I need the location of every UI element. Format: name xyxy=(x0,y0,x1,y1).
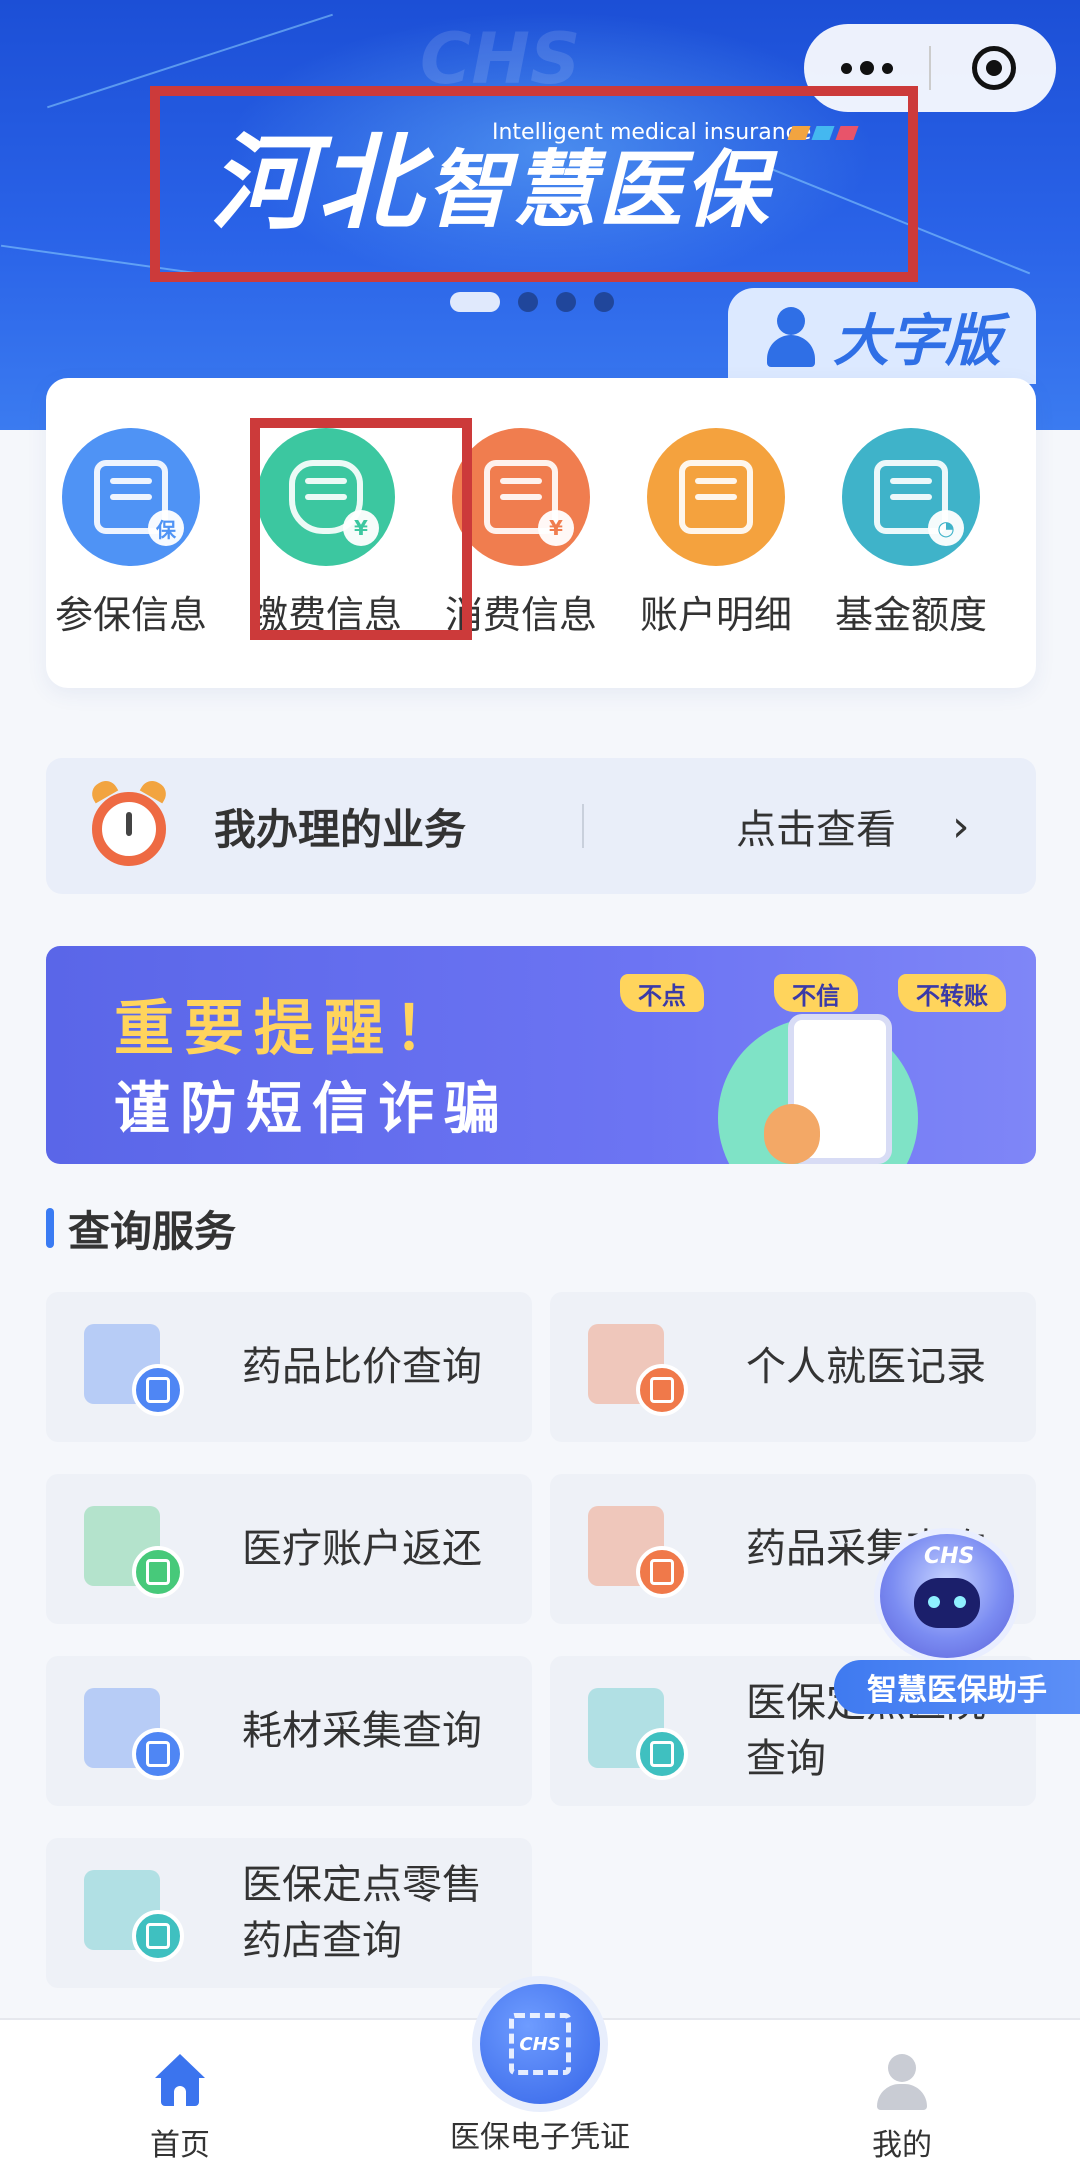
service-medical-record[interactable]: 个人就医记录 xyxy=(550,1292,1036,1442)
my-business-title: 我办理的业务 xyxy=(214,804,467,854)
quick-item-label: 参保信息 xyxy=(54,593,207,637)
service-designated-pharmacy[interactable]: 医保定点零售药店查询 xyxy=(46,1838,532,1988)
fraud-warning-banner[interactable]: 重要提醒！ 谨防短信诈骗 不点 不信 不转账 xyxy=(46,946,1036,1164)
quick-item-fund-quota[interactable]: ◔ 基金额度 xyxy=(826,428,996,639)
warning-tag: 不点 xyxy=(620,974,704,1012)
service-label: 药品比价查询 xyxy=(242,1344,482,1390)
warning-subline: 谨防短信诈骗 xyxy=(114,1077,510,1142)
home-icon xyxy=(151,2054,209,2112)
pager-dot[interactable] xyxy=(556,292,576,312)
service-label: 个人就医记录 xyxy=(746,1344,986,1390)
warning-headline: 重要提醒！ xyxy=(114,994,464,1064)
smart-assistant-float[interactable]: CHS 智慧医保助手 xyxy=(834,1528,1080,1722)
fund-chart-icon: ◔ xyxy=(842,428,980,566)
robot-badge: CHS xyxy=(924,1544,975,1569)
tab-home[interactable]: 首页 xyxy=(80,2054,280,2160)
chevron-right-icon: › xyxy=(952,800,970,852)
pager-dot[interactable] xyxy=(518,292,538,312)
large-font-mode-label: 大字版 xyxy=(833,308,1001,374)
banner-pager xyxy=(450,292,614,312)
pharmacy-icon xyxy=(84,1870,184,1962)
service-label: 耗材采集查询 xyxy=(242,1708,482,1754)
tab-me-label: 我的 xyxy=(872,2128,932,2160)
account-refund-icon xyxy=(84,1506,184,1598)
medicine-compare-icon xyxy=(84,1324,184,1416)
service-drug-price-compare[interactable]: 药品比价查询 xyxy=(46,1292,532,1442)
service-label: 医保定点零售药店查询 xyxy=(242,1862,482,1964)
qr-code-icon: CHS xyxy=(509,2013,571,2075)
quick-item-label: 基金额度 xyxy=(834,593,987,637)
stethoscope-icon xyxy=(84,1688,184,1780)
robot-icon: CHS xyxy=(874,1528,1020,1664)
assistant-label: 智慧医保助手 xyxy=(834,1660,1080,1714)
medical-kit-icon: ¥ xyxy=(452,428,590,566)
service-account-refund[interactable]: 医疗账户返还 xyxy=(46,1474,532,1624)
quick-item-account-details[interactable]: 账户明细 xyxy=(631,428,801,639)
my-business-view-link[interactable]: 点击查看 xyxy=(736,797,896,855)
bill-frame-icon xyxy=(647,428,785,566)
dot-icon xyxy=(859,61,874,75)
service-label: 医疗账户返还 xyxy=(242,1526,482,1572)
large-font-mode-button[interactable]: 大字版 xyxy=(728,288,1036,384)
pill-icon xyxy=(588,1506,688,1598)
medical-record-icon xyxy=(588,1324,688,1416)
user-icon xyxy=(873,2054,931,2112)
annotation-highlight-title xyxy=(150,86,918,282)
annotation-highlight-payment xyxy=(250,418,472,640)
alarm-clock-icon xyxy=(86,776,172,868)
service-consumables-collection[interactable]: 耗材采集查询 xyxy=(46,1656,532,1806)
hospital-icon xyxy=(588,1688,688,1780)
quick-menu-card: 保 参保信息 ¥ 缴费信息 ¥ 消费信息 账户明细 ◔ 基金额度 xyxy=(46,378,1036,688)
e-voucher-button[interactable]: CHS xyxy=(472,1976,608,2112)
elderly-person-icon xyxy=(763,305,819,367)
target-icon xyxy=(971,46,1016,90)
tab-e-voucher-label[interactable]: 医保电子凭证 xyxy=(420,2112,660,2156)
dot-icon xyxy=(881,62,893,74)
quick-item-insurance-info[interactable]: 保 参保信息 xyxy=(46,428,216,639)
close-miniprogram-button[interactable] xyxy=(931,24,1056,112)
tab-home-label: 首页 xyxy=(150,2128,210,2160)
dot-icon xyxy=(840,62,852,74)
phone-hand-illustration xyxy=(718,1004,948,1164)
my-business-divider xyxy=(582,804,584,848)
pager-dot-active[interactable] xyxy=(450,292,500,312)
query-services-heading: 查询服务 xyxy=(46,1198,236,1259)
insurance-doc-icon: 保 xyxy=(62,428,200,566)
my-business-entry[interactable]: 我办理的业务 点击查看 › xyxy=(46,758,1036,894)
pager-dot[interactable] xyxy=(594,292,614,312)
tab-me[interactable]: 我的 xyxy=(802,2054,1002,2160)
quick-item-label: 账户明细 xyxy=(639,593,792,637)
